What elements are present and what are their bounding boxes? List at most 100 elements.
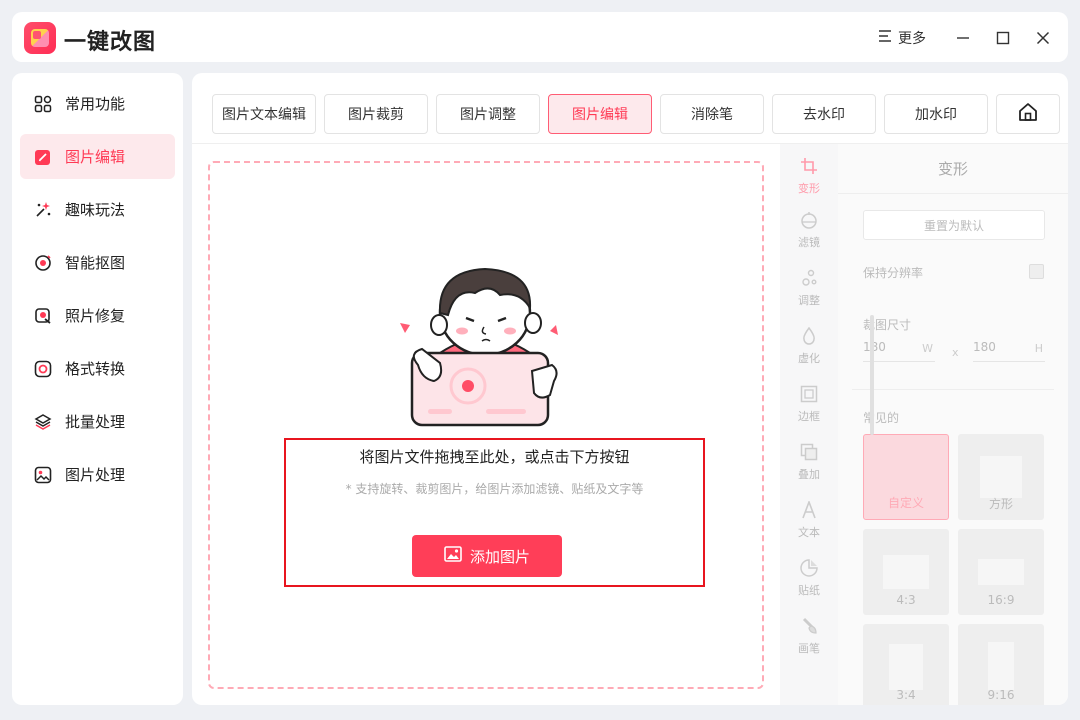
tool-label: 调整 <box>798 294 820 307</box>
tab-image-adjust[interactable]: 图片调整 <box>436 94 540 134</box>
drop-zone[interactable]: 将图片文件拖拽至此处，或点击下方按钮 * 支持旋转、裁剪图片，给图片添加滤镜、贴… <box>208 161 764 689</box>
filter-icon <box>799 210 819 230</box>
tool-label: 贴纸 <box>798 584 820 597</box>
sticker-icon <box>799 558 819 578</box>
tab-bar: 图片文本编辑 图片裁剪 图片调整 图片编辑 消除笔 去水印 加水印 <box>212 94 988 134</box>
sidebar-item-batch[interactable]: 批量处理 <box>20 399 175 444</box>
more-menu-button[interactable]: 更多 <box>878 28 926 48</box>
tool-brush[interactable]: 画笔 <box>780 612 838 662</box>
sidebar-item-label: 智能抠图 <box>65 254 126 272</box>
preset-9-16[interactable]: 9:16 <box>958 624 1044 705</box>
tool-label: 边框 <box>798 410 820 423</box>
tool-transform[interactable]: 变形 <box>780 152 838 202</box>
repair-icon <box>34 307 52 325</box>
image-icon <box>34 466 52 484</box>
tool-overlay[interactable]: 叠加 <box>780 438 838 488</box>
panel-title: 变形 <box>838 144 1068 194</box>
sidebar-item-fun[interactable]: 趣味玩法 <box>20 187 175 232</box>
main-panel: 图片文本编辑 图片裁剪 图片调整 图片编辑 消除笔 去水印 加水印 将图片文件拖… <box>192 73 1068 705</box>
minimize-button[interactable] <box>950 25 976 51</box>
preset-4-3[interactable]: 4:3 <box>863 529 949 615</box>
sidebar-item-convert[interactable]: 格式转换 <box>20 346 175 391</box>
home-button[interactable] <box>996 94 1060 134</box>
times-sign: x <box>952 346 959 359</box>
preset-3-4[interactable]: 3:4 <box>863 624 949 705</box>
grid-icon <box>34 95 52 113</box>
drop-subtitle: * 支持旋转、裁剪图片，给图片添加滤镜、贴纸及文字等 <box>345 482 644 496</box>
target-icon <box>34 254 52 272</box>
menu-icon <box>878 30 892 46</box>
sidebar-item-cutout[interactable]: 智能抠图 <box>20 240 175 285</box>
image-icon <box>444 546 462 566</box>
width-unit: W <box>922 342 933 355</box>
sidebar: 常用功能 图片编辑 趣味玩法 智能抠图 照片修复 格式转换 批量处理 图片处理 <box>12 73 183 705</box>
preset-label: 4:3 <box>896 593 916 607</box>
tool-blur[interactable]: 虚化 <box>780 322 838 372</box>
brush-icon <box>799 616 819 636</box>
drop-title: 将图片文件拖拽至此处，或点击下方按钮 <box>359 448 630 466</box>
ratio-shape <box>988 642 1014 690</box>
ratio-shape <box>883 555 929 589</box>
title-bar: 一键改图 更多 <box>12 12 1068 62</box>
tab-remove-watermark[interactable]: 去水印 <box>772 94 876 134</box>
sidebar-item-label: 图片处理 <box>65 466 126 484</box>
tab-image-edit[interactable]: 图片编辑 <box>548 94 652 134</box>
layers-icon <box>34 413 52 431</box>
sidebar-item-common[interactable]: 常用功能 <box>20 81 175 126</box>
preset-square[interactable]: 方形 <box>958 434 1044 520</box>
convert-icon <box>34 360 52 378</box>
tab-image-crop[interactable]: 图片裁剪 <box>324 94 428 134</box>
close-button[interactable] <box>1030 25 1056 51</box>
add-image-button[interactable]: 添加图片 <box>412 535 562 577</box>
upload-illustration <box>400 253 570 433</box>
sidebar-item-image-edit[interactable]: 图片编辑 <box>20 134 175 179</box>
home-icon <box>1017 101 1039 127</box>
sidebar-item-label: 趣味玩法 <box>65 201 126 219</box>
tool-label: 变形 <box>798 182 820 195</box>
sidebar-item-label: 格式转换 <box>65 360 126 378</box>
sidebar-item-label: 常用功能 <box>65 95 126 113</box>
sidebar-item-process[interactable]: 图片处理 <box>20 452 175 497</box>
adjust-icon <box>799 268 819 288</box>
ratio-shape <box>889 644 923 690</box>
preset-label: 自定义 <box>887 496 924 510</box>
overlay-icon <box>799 442 819 462</box>
tool-label: 画笔 <box>798 642 820 655</box>
keep-resolution-checkbox[interactable] <box>1029 264 1044 279</box>
tab-eraser[interactable]: 消除笔 <box>660 94 764 134</box>
text-icon <box>799 500 819 520</box>
crop-icon <box>799 156 819 176</box>
tab-add-watermark[interactable]: 加水印 <box>884 94 988 134</box>
sidebar-item-repair[interactable]: 照片修复 <box>20 293 175 338</box>
tool-label: 叠加 <box>798 468 820 481</box>
drop-instruction-box: 将图片文件拖拽至此处，或点击下方按钮 * 支持旋转、裁剪图片，给图片添加滤镜、贴… <box>284 438 705 587</box>
ratio-shape <box>978 559 1024 585</box>
reset-default-button[interactable]: 重置为默认 <box>863 210 1045 240</box>
tab-image-text-edit[interactable]: 图片文本编辑 <box>212 94 316 134</box>
app-title: 一键改图 <box>64 30 157 55</box>
tool-filter[interactable]: 滤镜 <box>780 206 838 256</box>
panel-scrollbar[interactable] <box>870 315 874 435</box>
tool-column: 变形 滤镜 调整 虚化 边框 叠加 文本 贴纸 画笔 <box>780 144 838 705</box>
blur-icon <box>799 326 819 346</box>
preset-label: 16:9 <box>987 593 1015 607</box>
width-value: 180 <box>863 340 886 354</box>
edit-icon <box>34 148 52 166</box>
square-shape <box>980 456 1022 498</box>
preset-label: 3:4 <box>896 688 916 702</box>
tool-adjust[interactable]: 调整 <box>780 264 838 314</box>
maximize-button[interactable] <box>990 25 1016 51</box>
tool-sticker[interactable]: 贴纸 <box>780 554 838 604</box>
frame-icon <box>799 384 819 404</box>
preset-label: 方形 <box>988 497 1013 511</box>
preset-16-9[interactable]: 16:9 <box>958 529 1044 615</box>
height-input[interactable]: 180 H <box>973 338 1045 362</box>
tool-text[interactable]: 文本 <box>780 496 838 546</box>
preset-custom[interactable]: 自定义 <box>863 434 949 520</box>
height-value: 180 <box>973 340 996 354</box>
tool-label: 滤镜 <box>798 236 820 249</box>
tool-frame[interactable]: 边框 <box>780 380 838 430</box>
more-label: 更多 <box>898 31 926 47</box>
app-logo-icon <box>24 22 56 54</box>
add-image-label: 添加图片 <box>469 547 530 566</box>
